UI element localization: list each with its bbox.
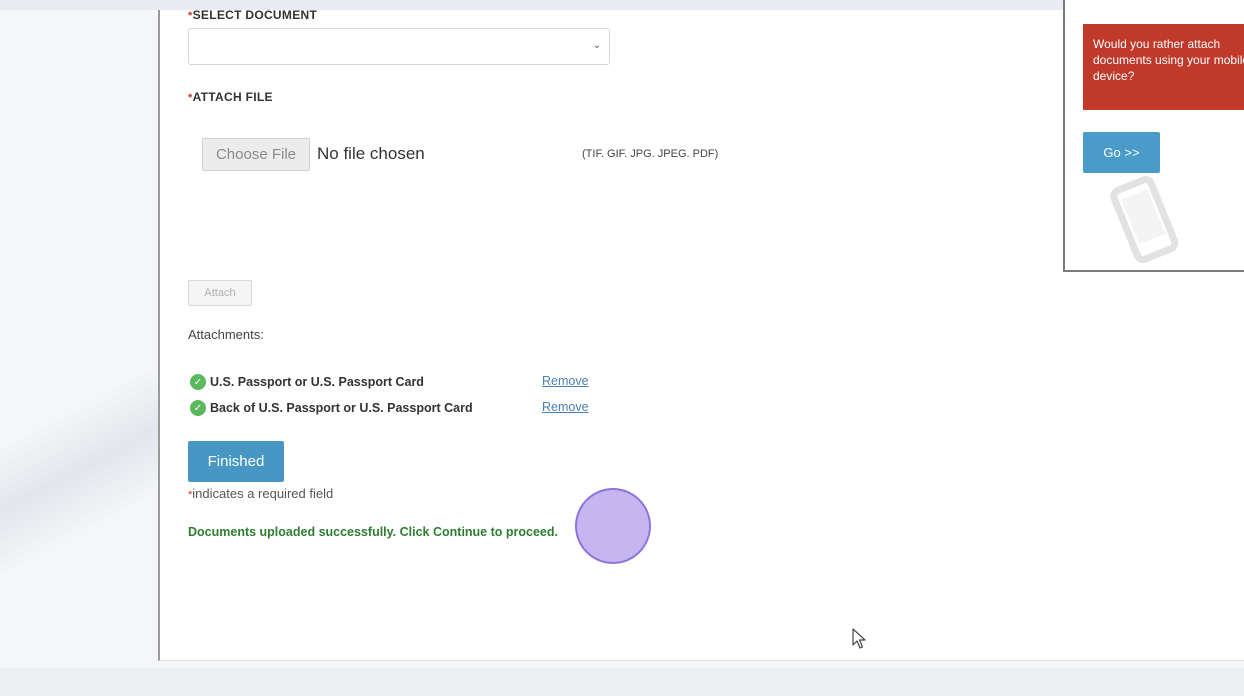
choose-file-button[interactable]: Choose File xyxy=(202,138,310,171)
required-field-note: *indicates a required field xyxy=(188,486,334,501)
attach-button[interactable]: Attach xyxy=(188,280,252,306)
bottom-strip xyxy=(0,668,1244,696)
mobile-prompt-text: Would you rather attach documents using … xyxy=(1083,24,1244,110)
attachment-item: ✓ U.S. Passport or U.S. Passport Card xyxy=(190,373,424,391)
go-button[interactable]: Go >> xyxy=(1083,132,1160,173)
attachments-heading: Attachments: xyxy=(188,327,264,342)
select-document-dropdown[interactable]: ⌄ xyxy=(188,28,610,65)
chevron-down-icon: ⌄ xyxy=(592,40,601,51)
attachment-item: ✓ Back of U.S. Passport or U.S. Passport… xyxy=(190,399,473,417)
mouse-pointer-icon xyxy=(852,628,868,654)
attachment-name: U.S. Passport or U.S. Passport Card xyxy=(210,375,424,389)
remove-attachment-link[interactable]: Remove xyxy=(542,374,589,388)
check-circle-icon: ✓ xyxy=(190,400,206,416)
check-circle-icon: ✓ xyxy=(190,374,206,390)
attach-file-label: *ATTACH FILE xyxy=(188,90,273,104)
remove-attachment-link[interactable]: Remove xyxy=(542,400,589,414)
click-indicator xyxy=(575,488,651,564)
select-document-label: *SELECT DOCUMENT xyxy=(188,8,318,22)
attachment-name: Back of U.S. Passport or U.S. Passport C… xyxy=(210,401,473,415)
mobile-phone-icon xyxy=(1101,176,1191,270)
top-strip xyxy=(0,0,1244,10)
finished-button[interactable]: Finished xyxy=(188,441,284,482)
allowed-file-types: (TIF. GIF. JPG. JPEG. PDF) xyxy=(582,148,719,160)
upload-success-message: Documents uploaded successfully. Click C… xyxy=(188,525,558,539)
mobile-upload-panel: Would you rather attach documents using … xyxy=(1063,0,1244,272)
no-file-chosen-text: No file chosen xyxy=(317,144,425,163)
